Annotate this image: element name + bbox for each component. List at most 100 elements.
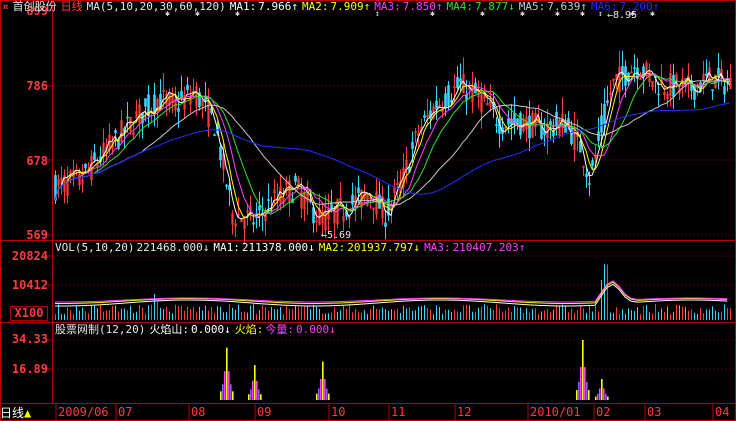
ma2-label: MA2:	[301, 0, 329, 13]
indicator-legend: 股票网制(12,20) 火焰山: 0.000↓ 火焰: 今量: 0.000↓	[55, 324, 340, 336]
ma3-label: MA3:	[374, 0, 401, 13]
price-legend: ¤ 首创股份 日线 MA(5,10,20,30,60,120) MA1: 7.966↑ MA…	[2, 1, 663, 13]
vol-ma2-label: MA2:	[318, 241, 346, 254]
indicator-bar-3	[586, 381, 588, 400]
ma5-value: 7.639↑	[547, 0, 587, 13]
indicator-bar-1	[260, 394, 262, 400]
candle-body	[597, 131, 600, 141]
indicator-bar-1	[250, 389, 252, 400]
candle-body	[435, 100, 438, 110]
candle-body	[357, 187, 360, 194]
candle-body	[180, 90, 183, 98]
price-high-annotation: ←8.95	[607, 10, 638, 21]
stock-icon[interactable]: ¤	[2, 0, 9, 13]
candle-body	[126, 116, 129, 119]
candle-body	[588, 183, 591, 185]
candle-body	[219, 146, 222, 161]
ma2-value: 7.909↑	[330, 0, 371, 13]
indicator-bar-4	[601, 379, 603, 400]
indicator-bar-0	[226, 347, 228, 400]
candle-body	[114, 130, 117, 133]
candle-body	[267, 199, 270, 201]
candle-body	[330, 204, 333, 210]
indicator-bar-2	[316, 393, 318, 400]
candle-body	[447, 85, 450, 106]
hot-value: 0.000↓	[190, 323, 231, 336]
indicator-bar-4	[595, 396, 597, 400]
indicator-bar-4	[603, 388, 605, 400]
candle-body	[411, 141, 414, 149]
today-label: 今量:	[265, 323, 294, 336]
indicator-bar-1	[258, 389, 260, 400]
fire-label: 火焰:	[234, 323, 264, 336]
chart-canvas[interactable]: ✱ ✱ ✱ ↕ ✱ ✱ ✱ ✱ ✱ ↕ ✱ ✱	[0, 0, 736, 421]
price-axis-tick-786: 786	[26, 79, 48, 93]
indicator-name: 股票网制(12,20)	[55, 323, 146, 336]
indicator-bar-0	[224, 371, 226, 400]
ma4-line	[54, 74, 731, 215]
candle-body	[252, 222, 255, 225]
indicator-bar-2	[328, 393, 330, 400]
indicator-bar-3	[580, 367, 582, 400]
period-label: 日线	[60, 0, 83, 13]
vol-ma3-label: MA3:	[424, 241, 451, 254]
indicator-bar-3	[588, 390, 590, 400]
indicator-bar-1	[252, 380, 254, 400]
date-label: 03	[647, 405, 662, 419]
stock-name: 首创股份	[12, 0, 57, 13]
date-label: 2010/01	[530, 405, 581, 419]
hot-label: 火焰山:	[149, 323, 189, 336]
indicator-bar-3	[576, 390, 578, 400]
candle-body	[93, 152, 96, 161]
ma1-value: 7.966↑	[258, 0, 298, 13]
candle-body	[186, 84, 189, 91]
vol-ma2-line	[54, 281, 728, 304]
period-toggle-icon[interactable]: ▲	[24, 406, 31, 420]
candle-body	[225, 184, 228, 187]
ma2-line	[54, 72, 731, 219]
indicator-bar-4	[599, 388, 601, 400]
indicator-bar-0	[228, 371, 230, 400]
ma6-line	[54, 102, 731, 201]
candle-body	[258, 205, 261, 211]
volume-value: 221468.000↓	[136, 241, 210, 254]
stock-chart-window[interactable]: ✱ ✱ ✱ ↕ ✱ ✱ ✱ ✱ ✱ ↕ ✱ ✱ 899 786 678 569 ¤ 首创股份 日线 MA(5…	[0, 0, 736, 421]
candle-body	[456, 77, 459, 88]
ma4-value: 7.877↓	[474, 0, 515, 13]
candle-body	[144, 98, 147, 107]
indicator-bar-1	[256, 380, 258, 400]
candle-body	[549, 121, 552, 125]
indicator-axis-tick-mid: 16.89	[11, 362, 48, 376]
vol-ma3-value: 210407.203↑	[452, 241, 526, 254]
candle-body	[591, 160, 594, 166]
indicator-axis-tick-top: 34.33	[11, 332, 48, 346]
candle-body	[570, 127, 573, 144]
candle-body	[177, 108, 180, 112]
indicator-bar-4	[605, 393, 607, 400]
ma5-label: MA5:	[518, 0, 546, 13]
vol-ma1-label: MA1:	[213, 241, 240, 254]
vol-ma1-value: 211378.000↓	[241, 241, 315, 254]
candle-body	[633, 67, 636, 70]
period-tab-label: 日线	[0, 406, 25, 420]
date-label: 11	[391, 405, 406, 419]
ma3-line	[54, 73, 731, 218]
indicator-bar-0	[220, 391, 222, 400]
volume-unit-button[interactable]: X100	[10, 306, 48, 321]
candle-body	[603, 103, 606, 125]
ma3-value: 7.850↑	[402, 0, 443, 13]
candle-body	[84, 163, 87, 169]
period-tab[interactable]: 日线▲	[0, 405, 31, 421]
volume-axis-tick-mid: 10412	[11, 278, 48, 292]
candle-body	[657, 93, 660, 96]
indicator-bar-0	[232, 391, 234, 400]
candle-body	[507, 118, 510, 125]
ma-params: MA(5,10,20,30,60,120)	[86, 0, 226, 13]
indicator-bar-2	[320, 378, 322, 400]
today-value: 0.000↓	[295, 323, 336, 336]
candle-body	[495, 124, 498, 127]
candle-body	[717, 67, 720, 76]
candle-body	[459, 78, 462, 82]
candle-body	[294, 175, 297, 182]
date-label: 04	[715, 405, 730, 419]
